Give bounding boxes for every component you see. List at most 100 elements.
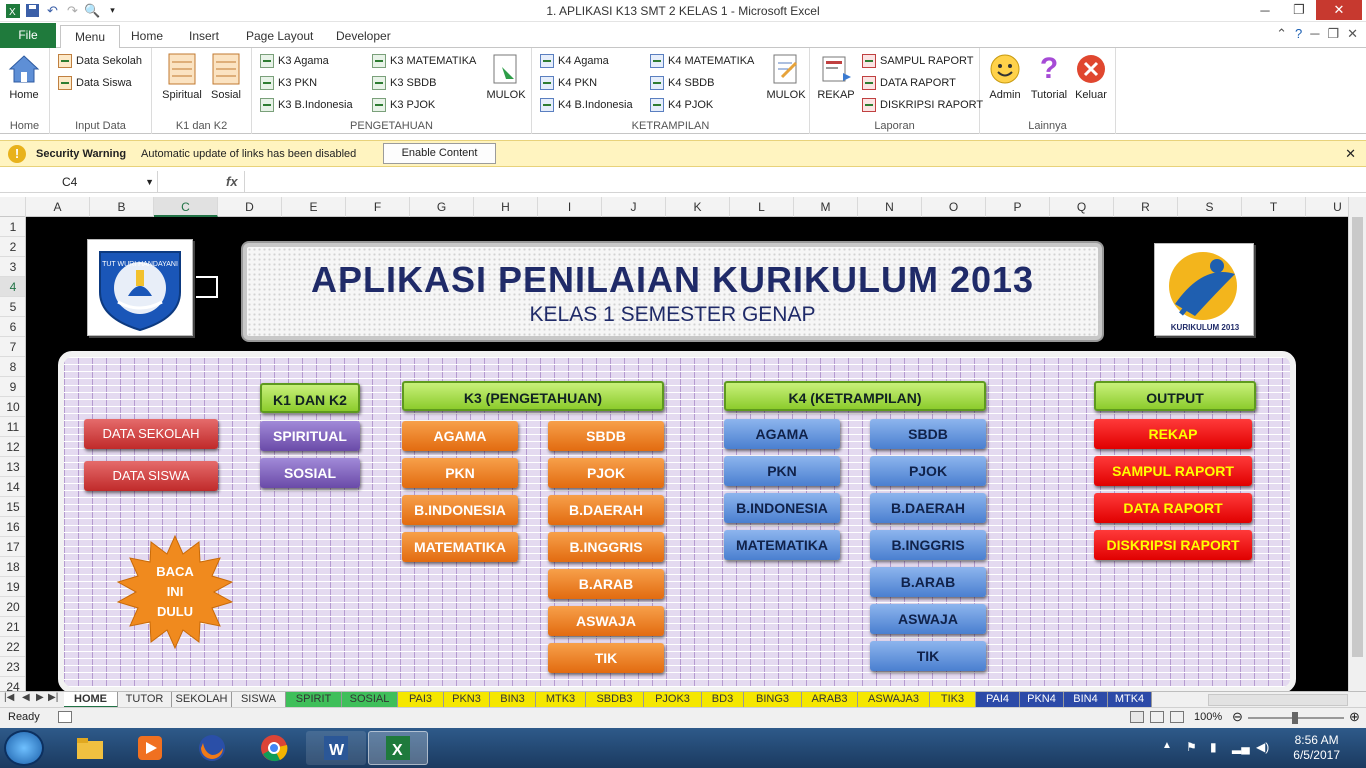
column-header[interactable]: R	[1114, 197, 1178, 217]
sheet-tab-arab3[interactable]: ARAB3	[802, 692, 858, 708]
chrome-icon[interactable]	[244, 731, 304, 765]
k4-pjok-button[interactable]: K4 PJOK	[650, 96, 713, 114]
output-button[interactable]: SAMPUL RAPORT	[1094, 456, 1252, 486]
k3-subject-button[interactable]: ASWAJA	[548, 606, 664, 636]
column-header[interactable]: K	[666, 197, 730, 217]
workbook-close-icon[interactable]: ✕	[1347, 26, 1358, 42]
next-sheet-icon[interactable]: ▶	[36, 692, 44, 703]
horizontal-scrollbar[interactable]	[1208, 694, 1348, 706]
row-header[interactable]: 21	[0, 617, 25, 637]
worksheet[interactable]: TUT WURI HANDAYANI APLIKASI PENILAIAN KU…	[26, 217, 1348, 691]
file-explorer-icon[interactable]	[60, 731, 120, 765]
row-header[interactable]: 8	[0, 357, 25, 377]
data-sekolah-button[interactable]: DATA SEKOLAH	[84, 419, 218, 449]
scrollbar-thumb[interactable]	[1352, 217, 1363, 657]
k4-sbdb-button[interactable]: K4 SBDB	[650, 74, 714, 92]
row-header[interactable]: 7	[0, 337, 25, 357]
restore-button[interactable]: ❐	[1282, 0, 1316, 20]
start-button[interactable]	[4, 730, 44, 766]
workbook-restore-icon[interactable]: ❐	[1327, 26, 1339, 42]
sosial-button[interactable]: Sosial	[206, 52, 246, 101]
k3-subject-button[interactable]: PJOK	[548, 458, 664, 488]
k4-subject-button[interactable]: ASWAJA	[870, 604, 986, 634]
first-sheet-icon[interactable]: |◀	[4, 692, 14, 703]
sheet-tab-pjok3[interactable]: PJOK3	[644, 692, 702, 708]
data-raport-ribbon-button[interactable]: DATA RAPORT	[862, 74, 956, 92]
admin-button[interactable]: Admin	[984, 52, 1026, 101]
row-header[interactable]: 9	[0, 377, 25, 397]
row-header[interactable]: 24	[0, 677, 25, 691]
word-icon[interactable]: W	[306, 731, 366, 765]
chevron-down-icon[interactable]: ▼	[145, 171, 154, 193]
row-header[interactable]: 5	[0, 297, 25, 317]
output-button[interactable]: DISKRIPSI RAPORT	[1094, 530, 1252, 560]
keluar-button[interactable]: Keluar	[1070, 52, 1112, 101]
ribbon-collapse-icon[interactable]: ⌃	[1276, 26, 1287, 42]
tab-home[interactable]: Home	[117, 25, 177, 47]
data-siswa-button[interactable]: Data Siswa	[58, 74, 132, 92]
sheet-tab-bd3[interactable]: BD3	[702, 692, 744, 708]
row-header[interactable]: 13	[0, 457, 25, 477]
k4-subject-button[interactable]: B.INGGRIS	[870, 530, 986, 560]
k3-subject-button[interactable]: SBDB	[548, 421, 664, 451]
sheet-tab-pai4[interactable]: PAI4	[976, 692, 1020, 708]
k4-subject-button[interactable]: PKN	[724, 456, 840, 486]
close-icon[interactable]: ✕	[1345, 146, 1356, 162]
sheet-tab-pkn3[interactable]: PKN3	[444, 692, 490, 708]
network-icon[interactable]: ▂▄	[1232, 740, 1250, 754]
close-button[interactable]: ✕	[1316, 0, 1362, 20]
k4-subject-button[interactable]: B.ARAB	[870, 567, 986, 597]
k3-pjok-button[interactable]: K3 PJOK	[372, 96, 435, 114]
k3-subject-button[interactable]: B.INGGRIS	[548, 532, 664, 562]
normal-view-icon[interactable]	[1130, 711, 1144, 723]
battery-icon[interactable]: ▮	[1210, 740, 1217, 754]
page-break-view-icon[interactable]	[1170, 711, 1184, 723]
zoom-level[interactable]: 100%	[1194, 711, 1222, 723]
row-header[interactable]: 10	[0, 397, 25, 417]
row-header[interactable]: 2	[0, 237, 25, 257]
column-header[interactable]: F	[346, 197, 410, 217]
sheet-tab-mtk4[interactable]: MTK4	[1108, 692, 1152, 708]
help-icon[interactable]: ?	[1295, 26, 1302, 42]
column-header[interactable]: H	[474, 197, 538, 217]
k3-mulok-button[interactable]: MULOK	[484, 52, 528, 101]
last-sheet-icon[interactable]: ▶|	[48, 692, 58, 703]
column-header[interactable]: C	[154, 197, 218, 217]
k4-subject-button[interactable]: MATEMATIKA	[724, 530, 840, 560]
sheet-tab-siswa[interactable]: SISWA	[232, 692, 286, 708]
action-center-icon[interactable]: ⚑	[1186, 740, 1197, 754]
column-header[interactable]: O	[922, 197, 986, 217]
k4-subject-button[interactable]: PJOK	[870, 456, 986, 486]
k4-subject-button[interactable]: AGAMA	[724, 419, 840, 449]
k4-bindonesia-button[interactable]: K4 B.Indonesia	[540, 96, 633, 114]
sheet-tab-sbdb3[interactable]: SBDB3	[586, 692, 644, 708]
insert-function-icon[interactable]: fx	[226, 174, 238, 189]
row-header[interactable]: 16	[0, 517, 25, 537]
sheet-tab-sosial[interactable]: SOSIAL	[342, 692, 398, 708]
selected-cell-c4[interactable]	[196, 276, 218, 298]
k3-subject-button[interactable]: PKN	[402, 458, 518, 488]
baca-ini-dulu-button[interactable]: BACA INI DULU	[106, 532, 244, 652]
formula-input[interactable]	[244, 171, 1348, 193]
row-header[interactable]: 23	[0, 657, 25, 677]
tab-page-layout[interactable]: Page Layout	[232, 25, 327, 47]
output-button[interactable]: REKAP	[1094, 419, 1252, 449]
k3-subject-button[interactable]: TIK	[548, 643, 664, 673]
rekap-ribbon-button[interactable]: REKAP	[816, 52, 856, 101]
spiritual-button[interactable]: SPIRITUAL	[260, 421, 360, 451]
output-button[interactable]: DATA RAPORT	[1094, 493, 1252, 523]
row-header[interactable]: 17	[0, 537, 25, 557]
macro-record-icon[interactable]	[58, 711, 72, 723]
firefox-icon[interactable]	[182, 731, 242, 765]
zoom-slider-thumb[interactable]	[1292, 712, 1298, 724]
row-header[interactable]: 1	[0, 217, 25, 237]
column-header[interactable]: P	[986, 197, 1050, 217]
home-button[interactable]: Home	[4, 52, 44, 101]
tab-menu[interactable]: Menu	[60, 25, 121, 49]
excel-taskbar-icon[interactable]: X	[368, 731, 428, 765]
k4-matematika-button[interactable]: K4 MATEMATIKA	[650, 52, 754, 70]
k4-pkn-button[interactable]: K4 PKN	[540, 74, 597, 92]
sheet-tab-pai3[interactable]: PAI3	[398, 692, 444, 708]
sheet-tab-mtk3[interactable]: MTK3	[536, 692, 586, 708]
row-header[interactable]: 3	[0, 257, 25, 277]
